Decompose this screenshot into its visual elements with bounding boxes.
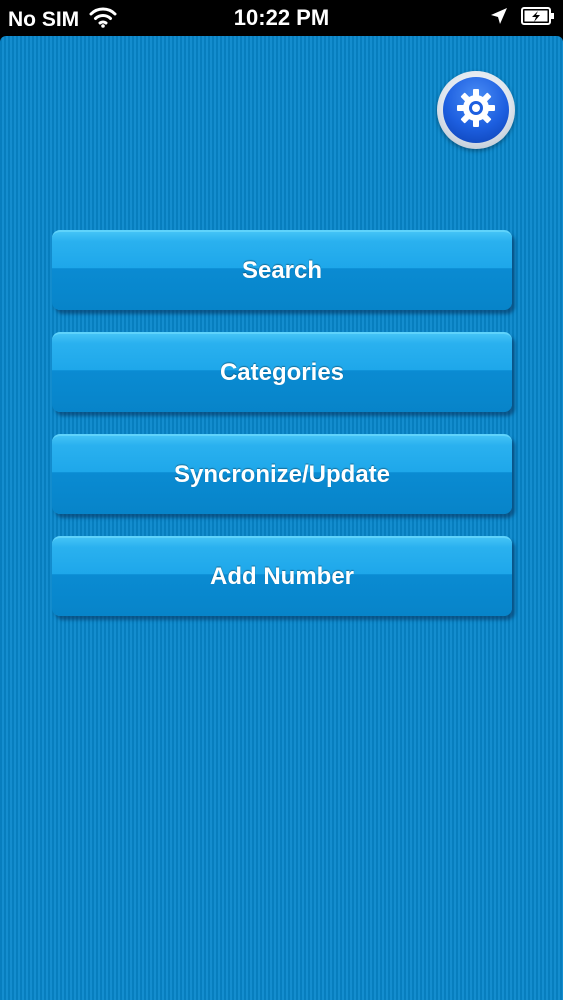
add-number-button-label: Add Number <box>210 563 354 590</box>
categories-button[interactable]: Categories <box>52 332 512 412</box>
settings-button[interactable] <box>437 71 515 149</box>
location-arrow-icon <box>489 6 509 32</box>
battery-charging-icon <box>521 6 555 32</box>
categories-button-label: Categories <box>219 359 345 386</box>
search-button[interactable]: Search <box>52 230 512 310</box>
settings-button-face <box>443 77 509 143</box>
sync-update-button-label: Syncronize/Update <box>173 461 391 488</box>
add-number-button[interactable]: Add Number <box>52 536 512 616</box>
search-button-label: Search <box>241 257 323 284</box>
sync-update-button[interactable]: Syncronize/Update <box>52 434 512 514</box>
status-time: 10:22 PM <box>233 5 330 30</box>
status-bar: No SIM 10:22 PM <box>0 0 563 36</box>
gear-icon <box>454 86 498 135</box>
main-screen: Search Categories Syncronize/Update Add … <box>0 36 563 1000</box>
status-right <box>489 6 555 32</box>
